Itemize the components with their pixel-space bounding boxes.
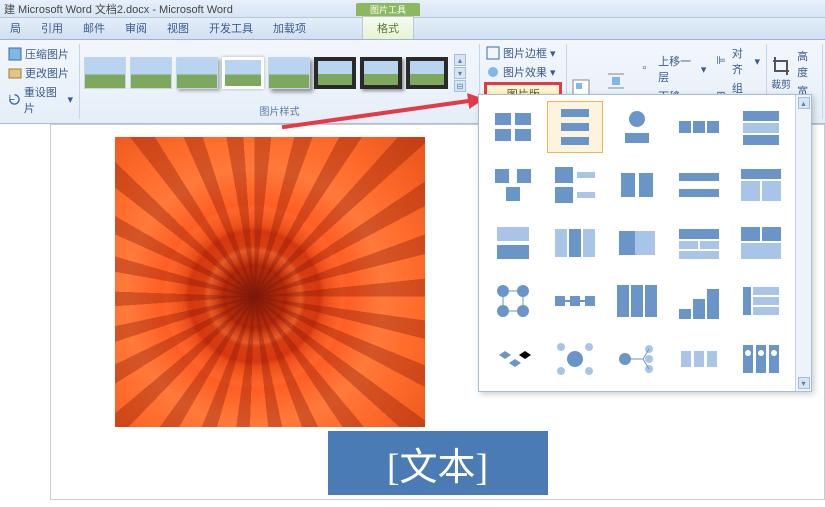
gallery-item[interactable] (733, 275, 789, 327)
height-field[interactable]: 高度 (795, 47, 818, 81)
gallery-item[interactable] (485, 275, 541, 327)
gallery-scroll-up[interactable]: ▴ (798, 97, 810, 109)
effect-icon (486, 65, 500, 79)
crop-icon (771, 55, 791, 75)
style-thumb-2[interactable] (130, 57, 172, 89)
change-icon (8, 66, 22, 80)
gallery-item[interactable] (609, 333, 665, 385)
context-label: 图片工具 (356, 3, 420, 16)
effect-button[interactable]: 图片效果 ▾ (484, 63, 562, 81)
gallery-item[interactable] (485, 217, 541, 269)
gallery-scrollbar: ▴ ▾ (795, 95, 811, 391)
change-button[interactable]: 更改图片 (6, 64, 75, 82)
gallery-item[interactable] (609, 101, 665, 153)
gallery-item[interactable] (733, 159, 789, 211)
tab-format[interactable]: 格式 (362, 16, 414, 39)
forward-icon: ▫ (642, 62, 655, 76)
gallery-item[interactable] (485, 101, 541, 153)
wrap-icon (606, 71, 626, 91)
gallery-item[interactable] (547, 333, 603, 385)
gallery-item[interactable] (671, 217, 727, 269)
style-scroll: ▴ ▾ ⊟ (454, 54, 466, 92)
gallery-item[interactable] (547, 217, 603, 269)
gallery-item[interactable] (485, 333, 541, 385)
crop-button[interactable]: 裁剪 (771, 76, 791, 91)
caption-box[interactable]: [文本] (328, 431, 548, 495)
smartart-gallery: ▴ ▾ (478, 94, 812, 392)
gallery-item[interactable] (547, 159, 603, 211)
gallery-item[interactable] (671, 275, 727, 327)
gallery-grid (479, 95, 795, 391)
tab-dev[interactable]: 开发工具 (199, 17, 263, 39)
tab-mail[interactable]: 邮件 (73, 17, 115, 39)
style-thumb-1[interactable] (84, 57, 126, 89)
tab-review[interactable]: 审阅 (115, 17, 157, 39)
compress-button[interactable]: 压缩图片 (6, 45, 75, 63)
gallery-item[interactable] (733, 217, 789, 269)
tab-reference[interactable]: 引用 (31, 17, 73, 39)
gallery-scroll-down[interactable]: ▾ (798, 377, 810, 389)
context-tab-group: 图片工具 格式 (356, 3, 420, 39)
border-icon (486, 46, 500, 60)
gallery-item[interactable] (609, 159, 665, 211)
tab-addin[interactable]: 加载项 (263, 17, 316, 39)
style-thumb-5[interactable] (268, 57, 310, 89)
gallery-item[interactable] (671, 333, 727, 385)
style-scroll-up[interactable]: ▴ (454, 54, 466, 66)
inserted-picture[interactable] (115, 137, 425, 427)
style-scroll-more[interactable]: ⊟ (454, 80, 466, 92)
style-thumb-4[interactable] (222, 57, 264, 89)
gallery-item[interactable] (733, 101, 789, 153)
align-button[interactable]: ⊫对齐 ▾ (714, 44, 762, 78)
forward-button[interactable]: ▫上移一层 ▾ (640, 52, 708, 86)
style-thumb-3[interactable] (176, 57, 218, 89)
border-button[interactable]: 图片边框 ▾ (484, 44, 562, 62)
gallery-item[interactable] (671, 101, 727, 153)
compress-icon (8, 47, 22, 61)
ribbon-tabs: 局 引用 邮件 审阅 视图 开发工具 加载项 图片工具 格式 (0, 18, 825, 40)
gallery-item[interactable] (733, 333, 789, 385)
gallery-item[interactable] (609, 275, 665, 327)
reset-icon (8, 93, 21, 107)
style-scroll-down[interactable]: ▾ (454, 67, 466, 79)
title-text: 建 Microsoft Word 文档2.docx - Microsoft Wo… (4, 1, 233, 17)
style-thumb-7[interactable] (360, 57, 402, 89)
gallery-item[interactable] (547, 275, 603, 327)
reset-button[interactable]: 重设图片 ▾ (6, 83, 75, 117)
gallery-item[interactable] (671, 159, 727, 211)
group-adjust: 压缩图片 更改图片 重设图片 ▾ (2, 44, 80, 119)
align-icon: ⊫ (716, 54, 728, 68)
gallery-item[interactable] (485, 159, 541, 211)
style-thumb-6[interactable] (314, 57, 356, 89)
tab-layout[interactable]: 局 (0, 17, 31, 39)
gallery-item[interactable] (609, 217, 665, 269)
style-thumb-8[interactable] (406, 57, 448, 89)
gallery-item-selected[interactable] (547, 101, 603, 153)
tab-view[interactable]: 视图 (157, 17, 199, 39)
styles-group-label: 图片样式 (84, 102, 475, 119)
